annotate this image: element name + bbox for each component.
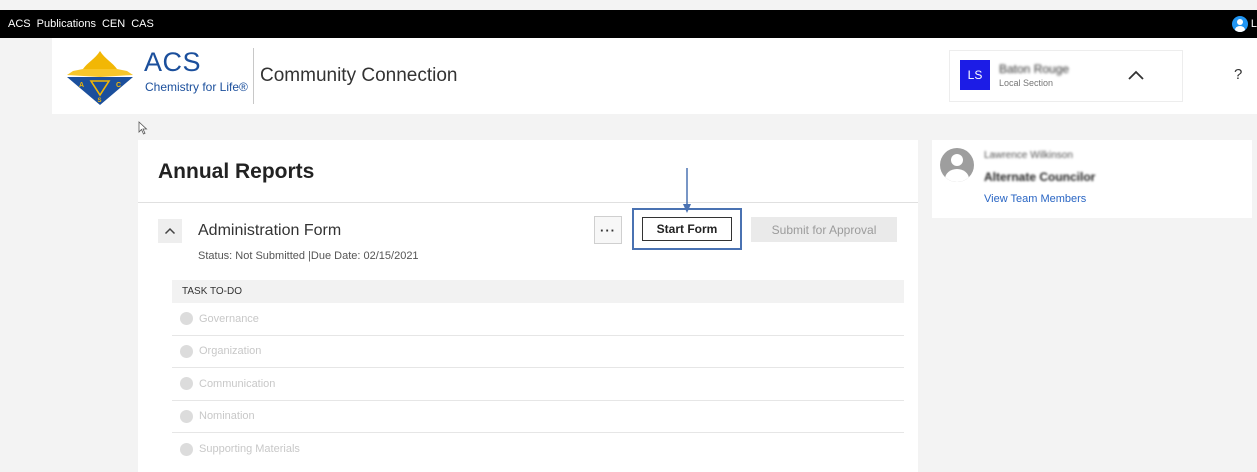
task-label: Organization: [199, 345, 262, 358]
section-type: Local Section: [999, 78, 1054, 88]
page-title: Annual Reports: [158, 160, 315, 183]
form-title: Administration Form: [198, 222, 342, 239]
top-link-publications[interactable]: Publications: [37, 18, 96, 30]
list-item[interactable]: Organization: [172, 336, 904, 368]
task-list-header: TASK TO-DO: [172, 280, 904, 303]
mouse-cursor-icon: [138, 121, 148, 135]
collapse-form-button[interactable]: [158, 219, 182, 243]
site-header: A C S ACS Chemistry for Life® Community …: [52, 38, 1257, 114]
list-item[interactable]: Communication: [172, 368, 904, 401]
list-item[interactable]: Supporting Materials: [172, 433, 904, 466]
annotation-arrow-icon: [683, 168, 691, 213]
section-name: Baton Rouge: [999, 62, 1070, 76]
section-initials-badge: LS: [960, 60, 990, 90]
logo-tagline: Chemistry for Life®: [145, 80, 248, 94]
top-link-cas[interactable]: CAS: [131, 18, 154, 30]
status-circle-icon: [180, 344, 193, 358]
user-avatar-icon[interactable]: [1231, 16, 1248, 32]
acs-logo[interactable]: A C S ACS Chemistry for Life®: [65, 47, 255, 105]
task-label: Communication: [199, 377, 276, 390]
form-status: Status: Not Submitted |Due Date: 02/15/2…: [198, 250, 419, 262]
chevron-up-icon[interactable]: [1124, 63, 1148, 87]
start-form-button[interactable]: Start Form: [642, 217, 732, 241]
header-divider: [253, 48, 254, 104]
list-item[interactable]: Governance: [172, 303, 904, 336]
status-circle-icon: [180, 442, 193, 456]
member-name: Lawrence Wilkinson: [984, 150, 1073, 161]
start-form-highlight: Start Form: [632, 208, 742, 250]
profile-avatar-icon: [940, 148, 974, 182]
chevron-up-icon: [164, 227, 176, 235]
top-link-cen[interactable]: CEN: [102, 18, 125, 30]
svg-text:C: C: [116, 82, 121, 89]
list-item[interactable]: Nomination: [172, 401, 904, 433]
status-circle-icon: [180, 312, 193, 326]
annual-reports-card: Annual Reports Administration Form Statu…: [138, 140, 918, 472]
submit-for-approval-button[interactable]: Submit for Approval: [751, 217, 897, 242]
user-initial[interactable]: L: [1251, 18, 1257, 30]
view-team-members-link[interactable]: View Team Members: [984, 193, 1086, 205]
top-link-acs[interactable]: ACS: [8, 18, 31, 30]
acs-logo-icon: A C S: [67, 51, 133, 105]
more-options-button[interactable]: ···: [594, 216, 622, 244]
app-title: Community Connection: [260, 65, 458, 86]
team-member-card: Lawrence Wilkinson Alternate Councilor V…: [932, 140, 1252, 218]
title-divider: [138, 202, 918, 203]
task-list: Governance Organization Communication No…: [172, 303, 904, 466]
help-button[interactable]: ?: [1234, 66, 1242, 83]
status-circle-icon: [180, 409, 193, 423]
svg-text:A: A: [79, 82, 84, 89]
task-label: Supporting Materials: [199, 443, 300, 456]
member-role: Alternate Councilor: [984, 170, 1096, 184]
status-circle-icon: [180, 377, 193, 391]
top-navigation-bar: ACS Publications CEN CAS L: [0, 10, 1257, 38]
task-label: Nomination: [199, 410, 255, 423]
user-menu[interactable]: L: [1231, 16, 1257, 32]
logo-text: ACS: [144, 47, 202, 77]
svg-text:S: S: [98, 98, 102, 104]
section-selector[interactable]: LS Baton Rouge Local Section: [949, 50, 1183, 102]
task-label: Governance: [199, 312, 259, 325]
top-links: ACS Publications CEN CAS: [8, 18, 154, 30]
